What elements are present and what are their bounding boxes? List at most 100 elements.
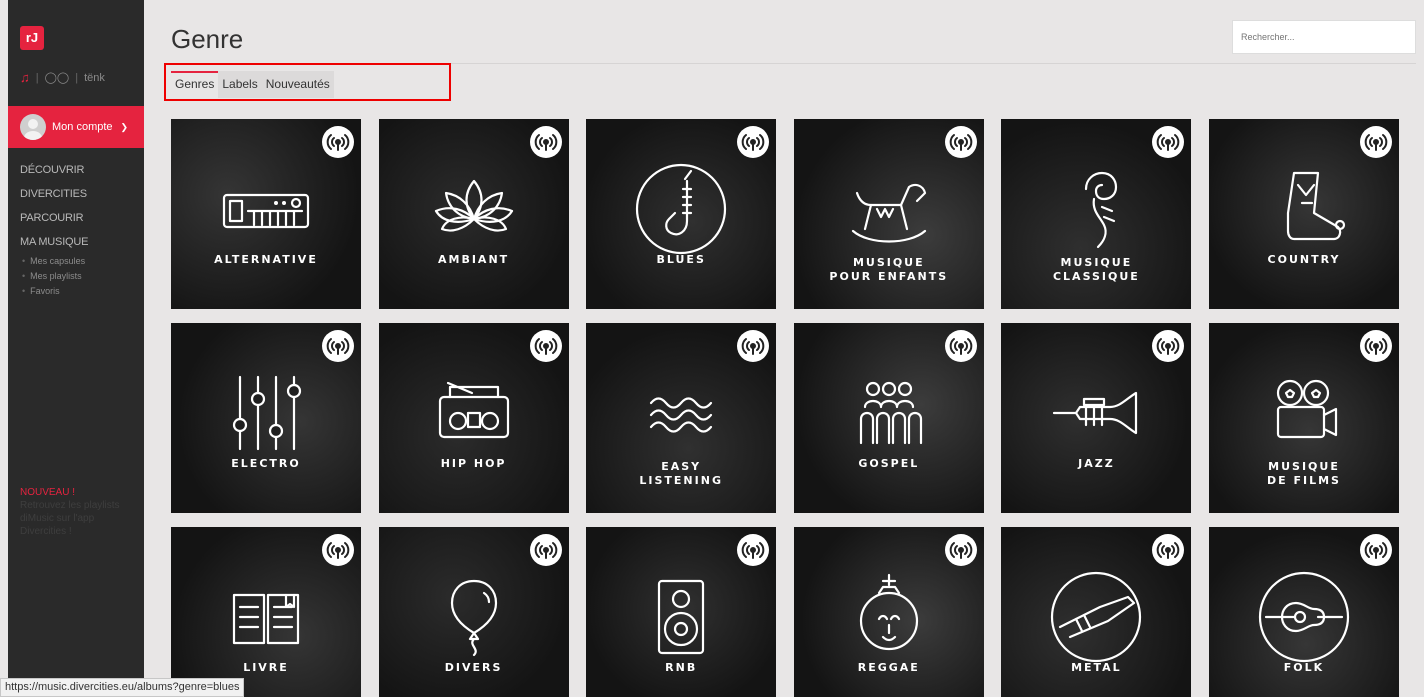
radio-icon[interactable] (1152, 534, 1185, 566)
genre-label-line: LISTENING (639, 474, 723, 487)
lion-icon (839, 567, 939, 667)
genre-tile[interactable]: JAZZ (1001, 323, 1192, 513)
radio-icon[interactable] (1360, 330, 1392, 362)
genre-label: EASY LISTENING (586, 460, 776, 488)
genre-tile[interactable]: RNB (586, 527, 777, 697)
genre-tile[interactable]: ELECTRO (171, 323, 361, 513)
nav-divercities[interactable]: DIVERCITIES (20, 182, 88, 206)
nav-favoris[interactable]: Favoris (20, 284, 88, 299)
separator: | (35, 71, 39, 84)
boombox-icon (424, 363, 524, 463)
film-camera-icon (1254, 363, 1354, 463)
radio-icon[interactable] (322, 330, 354, 362)
avatar (20, 114, 46, 140)
radio-icon[interactable] (1360, 534, 1392, 566)
waves-icon (631, 363, 731, 463)
genre-label-line: JAZZ (1078, 457, 1115, 470)
radio-icon[interactable] (1152, 330, 1185, 362)
genre-label-line: ELECTRO (231, 457, 301, 470)
chevron-down-icon: ❯ (120, 121, 129, 132)
radio-icon[interactable] (529, 126, 562, 158)
saxophone-icon (631, 159, 731, 259)
sidebar-nav: DÉCOUVRIR DIVERCITIES PARCOURIR MA MUSIQ… (20, 158, 88, 299)
mode-tenk[interactable]: tënk (84, 72, 105, 84)
radio-icon[interactable] (737, 126, 770, 158)
genre-label: LIVRE (171, 661, 361, 675)
nav-mes-capsules[interactable]: Mes capsules (20, 254, 88, 269)
search-input[interactable] (1232, 20, 1416, 54)
genre-label: RNB (586, 661, 776, 675)
genre-tile[interactable]: EASY LISTENING (586, 323, 777, 513)
genre-label-line: REGGAE (857, 661, 920, 674)
bicycle-icon[interactable]: ◯◯ (45, 71, 70, 84)
promo-badge: NOUVEAU ! (20, 487, 76, 498)
balloon-icon (424, 567, 524, 667)
genre-label: ELECTRO (171, 457, 361, 471)
radio-icon[interactable] (944, 330, 977, 362)
app-logo[interactable]: rJ (20, 26, 44, 50)
radio-icon[interactable] (737, 534, 770, 566)
genre-label-line: RNB (665, 661, 698, 674)
genre-tile[interactable]: AMBIANT (378, 119, 569, 309)
synthesizer-icon (216, 159, 316, 259)
genre-label: REGGAE (794, 661, 984, 675)
mode-switcher: ♫ | ◯◯ | tënk (20, 70, 105, 85)
genre-label-line: HIP HOP (440, 457, 507, 470)
account-menu[interactable]: Mon compte ❯ (8, 106, 144, 148)
genre-tile[interactable]: REGGAE (793, 527, 984, 697)
genre-label-line: AMBIANT (438, 253, 510, 266)
genre-label: GOSPEL (794, 457, 984, 471)
promo-text: Retrouvez les playlists diMusic sur l'ap… (20, 500, 120, 537)
genre-tile[interactable]: FOLK (1209, 527, 1399, 697)
genre-tile[interactable]: METAL (1001, 527, 1192, 697)
nav-decouvrir[interactable]: DÉCOUVRIR (20, 158, 88, 182)
radio-icon[interactable] (529, 330, 562, 362)
genre-label: BLUES (586, 253, 776, 267)
nav-parcourir[interactable]: PARCOURIR (20, 206, 88, 230)
radio-icon[interactable] (529, 534, 562, 566)
genre-label-line: CLASSIQUE (1052, 270, 1140, 283)
radio-icon[interactable] (322, 534, 354, 566)
radio-icon[interactable] (944, 534, 977, 566)
nav-mes-playlists[interactable]: Mes playlists (20, 269, 88, 284)
choir-icon (839, 363, 939, 463)
genre-tile[interactable]: LIVRE (171, 527, 361, 697)
nav-ma-musique[interactable]: MA MUSIQUE (20, 230, 88, 254)
promo-box[interactable]: NOUVEAU ! Retrouvez les playlists diMusi… (20, 486, 142, 538)
genre-label: DIVERS (379, 661, 569, 675)
radio-icon[interactable] (1360, 126, 1392, 158)
radio-icon[interactable] (944, 126, 977, 158)
radio-icon[interactable] (737, 330, 770, 362)
genre-label: MUSIQUE POUR ENFANTS (794, 256, 984, 284)
book-icon (216, 567, 316, 667)
status-bar-url: https://music.divercities.eu/albums?genr… (0, 678, 245, 697)
genre-tile[interactable]: ALTERNATIVE (171, 119, 361, 309)
acoustic-guitar-icon (1254, 567, 1354, 667)
music-note-icon[interactable]: ♫ (20, 70, 30, 85)
genre-label: MUSIQUE CLASSIQUE (1001, 256, 1191, 284)
genre-tile[interactable]: HIP HOP (378, 323, 569, 513)
radio-icon[interactable] (1152, 126, 1185, 158)
genre-tile[interactable]: MUSIQUE POUR ENFANTS (793, 119, 984, 309)
genre-label-line: GOSPEL (858, 457, 920, 470)
genre-tile[interactable]: BLUES (586, 119, 777, 309)
genre-label-line: EASY (661, 460, 702, 473)
account-label: Mon compte (52, 121, 113, 133)
genre-label: FOLK (1209, 661, 1399, 675)
genre-tile[interactable]: MUSIQUE DE FILMS (1209, 323, 1399, 513)
electric-guitar-icon (1046, 567, 1146, 667)
trumpet-icon (1046, 363, 1146, 463)
genre-label-line: DE FILMS (1267, 474, 1341, 487)
genre-label: ALTERNATIVE (171, 253, 361, 267)
genre-tile[interactable]: GOSPEL (793, 323, 984, 513)
separator: | (75, 71, 79, 84)
radio-icon[interactable] (322, 126, 354, 158)
genre-tile[interactable]: MUSIQUE CLASSIQUE (1001, 119, 1192, 309)
speaker-icon (631, 567, 731, 667)
genre-label-line: MUSIQUE (852, 256, 925, 269)
genre-tile[interactable]: DIVERS (378, 527, 569, 697)
cowboy-boot-icon (1254, 159, 1354, 259)
genre-tile[interactable]: COUNTRY (1209, 119, 1399, 309)
genre-label: HIP HOP (379, 457, 569, 471)
genre-label-line: BLUES (656, 253, 706, 266)
